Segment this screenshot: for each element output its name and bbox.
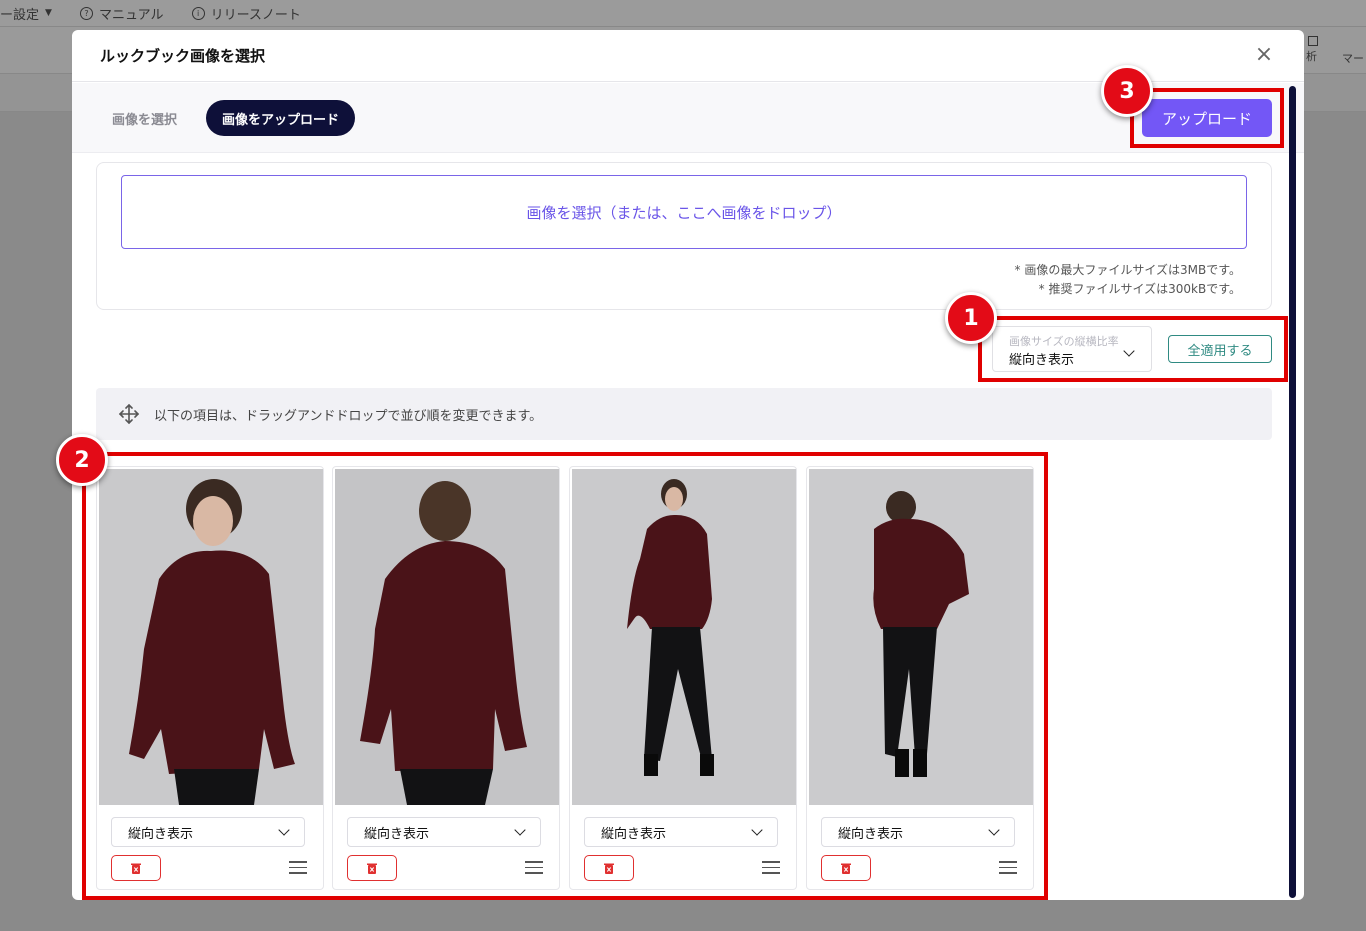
move-icon [118, 403, 140, 425]
recommended-size-note: * 推奨ファイルサイズは300kBです。 [1038, 282, 1241, 296]
modal-title: ルックブック画像を選択 [100, 47, 266, 65]
upload-card: 画像を選択（または、ここへ画像をドロップ） * 画像の最大ファイルサイズは3MB… [96, 162, 1272, 310]
annotation-badge-2: 2 [56, 434, 108, 486]
max-size-note: * 画像の最大ファイルサイズは3MBです。 [1014, 263, 1241, 277]
close-icon[interactable]: × [1254, 44, 1274, 66]
info-icon: i [191, 6, 205, 20]
checkbox-icon [1308, 36, 1318, 46]
highlight-ratio [978, 316, 1288, 382]
highlight-cards [82, 452, 1048, 900]
tab-upload-image[interactable]: 画像をアップロード [206, 100, 356, 136]
annotation-badge-1: 1 [945, 292, 997, 344]
bg-menu-release-notes: i リリースノート [191, 4, 301, 23]
bg-menu-settings: ー設定 ▼ [0, 7, 52, 23]
tab-select-image[interactable]: 画像を選択 [112, 100, 177, 136]
dropzone[interactable]: 画像を選択（または、ここへ画像をドロップ） [121, 175, 1247, 249]
caret-down-icon: ▼ [45, 8, 52, 18]
bg-marketing-label: マー [1342, 52, 1364, 65]
background-topbar: ー設定 ▼ ? マニュアル i リリースノート [0, 0, 1366, 26]
drag-hint-text: 以下の項目は、ドラッグアンドドロップで並び順を変更できます。 [154, 408, 543, 424]
modal-scrollbar[interactable] [1289, 86, 1296, 898]
bg-menu-manual: ? マニュアル [79, 4, 164, 23]
annotation-badge-3: 3 [1101, 65, 1153, 117]
highlight-upload [1130, 88, 1284, 148]
drag-hint-bar: 以下の項目は、ドラッグアンドドロップで並び順を変更できます。 [96, 388, 1272, 440]
help-icon: ? [79, 6, 93, 20]
bg-analytics-label: 析 [1306, 36, 1318, 64]
